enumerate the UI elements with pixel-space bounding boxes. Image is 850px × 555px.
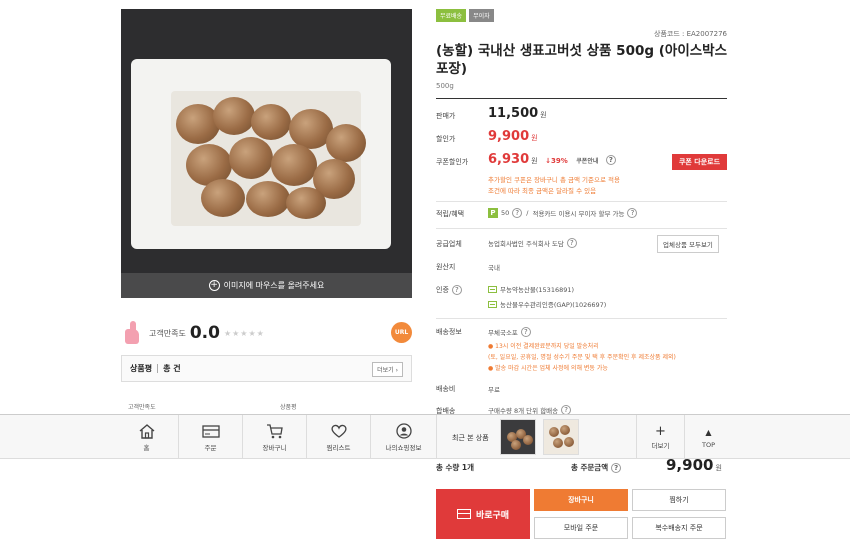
divider [157,364,159,373]
help-icon[interactable]: ? [566,238,577,248]
shipping-fee-label: 배송비 [436,385,456,393]
review-col-review: 상품평 [280,404,297,411]
mushroom [271,144,317,186]
add-to-cart-button[interactable]: 장바구니 [534,489,628,511]
recent-item-thumbnail[interactable] [500,419,536,455]
total-amount-label: 총 주문금액? [571,462,622,473]
shipping-fee-value: 무료 [488,386,500,394]
sale-price: 9,900 원 [488,129,538,144]
mushroom [213,97,255,135]
review-summary: 상품평 총 건 더보기 › [121,355,412,382]
mushroom [246,181,290,217]
nav-order[interactable]: 주문 [179,415,243,459]
heart-icon [330,424,347,438]
plus-circle-icon: + [208,280,220,291]
mushroom [229,137,273,179]
wish-button[interactable]: 찜하기 [632,489,726,511]
recent-items-label: 최근 본 상품 [452,434,489,442]
help-icon[interactable]: ? [611,463,622,473]
plus-icon: + [655,423,666,439]
product-code: 상품코드 : EA2007276 [654,30,727,38]
divider [436,228,727,229]
mushroom [201,179,245,217]
card-icon [456,509,471,519]
certificate-icon [488,285,497,293]
more-button[interactable]: + 더보기 [636,415,684,459]
help-icon[interactable]: ? [627,208,638,218]
mushroom [286,187,326,219]
points-label: 적립/혜택 [436,210,465,218]
review-col-satisfaction: 고객만족도 [128,404,156,411]
cart-icon [266,423,283,438]
thumbs-up-icon [121,321,143,345]
title-divider [436,98,727,99]
product-main-image[interactable]: + 이미지에 마우스를 올려주세요 [121,9,412,298]
divider [436,318,727,319]
recent-item-thumbnail[interactable] [543,419,579,455]
divider [436,201,727,202]
cert-item: 농산물우수관리인증(GAP)(1026697) [488,299,606,309]
satisfaction-row: 고객만족도 0.0 ★★★★★ URL [121,318,412,348]
product-badges: 무료배송 무이자 [436,9,494,22]
origin-label: 원산지 [436,263,456,271]
certificate-icon [488,300,497,308]
url-copy-button[interactable]: URL [391,322,412,343]
card-icon [201,424,220,438]
buy-now-button[interactable]: 바로구매 [436,489,530,539]
cert-item: 무농약농산물(15316891) [488,284,574,294]
product-weight: 500g [436,82,454,90]
shipping-value: 무체국소포 ? [488,327,531,337]
review-title: 상품평 [130,364,153,373]
points-icon: P [488,208,498,218]
help-icon[interactable]: ? [451,285,462,295]
list-price-label: 판매가 [436,112,456,120]
review-more-button[interactable]: 더보기 › [372,362,403,377]
origin-value: 국내 [488,264,500,272]
rating-stars: ★★★★★ [223,328,265,338]
help-icon[interactable]: ? [605,154,616,165]
nav-cart[interactable]: 장바구니 [243,415,307,459]
satisfaction-score: 0.0 [189,323,220,343]
coupon-price-label: 쿠폰할인가 [436,158,469,166]
scroll-top-button[interactable]: ▲ TOP [684,415,732,459]
multi-address-order-button[interactable]: 복수배송지 주문 [632,517,726,539]
interest-free-badge: 무이자 [469,9,494,22]
coupon-note: 추가할인 쿠폰은 장바구니 총 금액 기준으로 적용 조건에 따라 최종 금액은… [488,176,620,195]
mushroom [326,124,366,162]
user-icon [395,422,412,439]
satisfaction-label: 고객만족도 [149,328,186,338]
mobile-order-button[interactable]: 모바일 주문 [534,517,628,539]
total-quantity: 총 수량 1개 [436,463,475,472]
nav-home[interactable]: 홈 [115,415,179,459]
coupon-info-link[interactable]: 쿠폰안내 [576,158,598,165]
shipping-note: ● 13시 이전 결제완료분까지 당일 발송처리 (토, 일요일, 공휴일, 명… [488,343,676,372]
discount-rate: ↓39% [545,157,568,165]
mushroom [251,104,291,140]
product-title: (농할) 국내산 생표고버섯 상품 500g (아이스박스 포장) [436,43,727,77]
help-icon[interactable]: ? [512,208,523,218]
caret-up-icon: ▲ [705,427,712,437]
review-columns: 고객만족도 상품평 [128,402,297,411]
review-count: 총 건 [163,364,181,373]
sale-price-label: 할인가 [436,135,456,143]
cert-label: 인증? [436,285,462,295]
points-value: P 50 ? / 적용카드 이용시 무이자 할부 가능 ? [488,208,638,218]
seller-label: 공급업체 [436,240,462,248]
coupon-download-button[interactable]: 쿠폰 다운로드 [672,154,727,170]
image-hover-hint: + 이미지에 마우스를 올려주세요 [121,273,412,298]
total-amount: 9,900 원 [666,456,722,474]
bottom-nav: 홈 주문 장바구니 찜리스트 나의쇼핑정보 최근 본 상품 + 더보기 ▲ TO… [0,414,850,459]
coupon-price: 6,930 원 ↓39% 쿠폰안내 ? [488,152,616,167]
seller-value: 농업회사법인 주식회사 도담 ? [488,238,577,248]
seller-products-button[interactable]: 업체상품 모두보기 [657,235,719,253]
list-price: 11,500 원 [488,106,547,121]
nav-wishlist[interactable]: 찜리스트 [307,415,371,459]
home-icon [139,423,154,439]
help-icon[interactable]: ? [520,327,531,337]
shipping-label: 배송정보 [436,328,462,336]
free-shipping-badge: 무료배송 [436,9,467,22]
nav-myinfo[interactable]: 나의쇼핑정보 [371,415,437,459]
